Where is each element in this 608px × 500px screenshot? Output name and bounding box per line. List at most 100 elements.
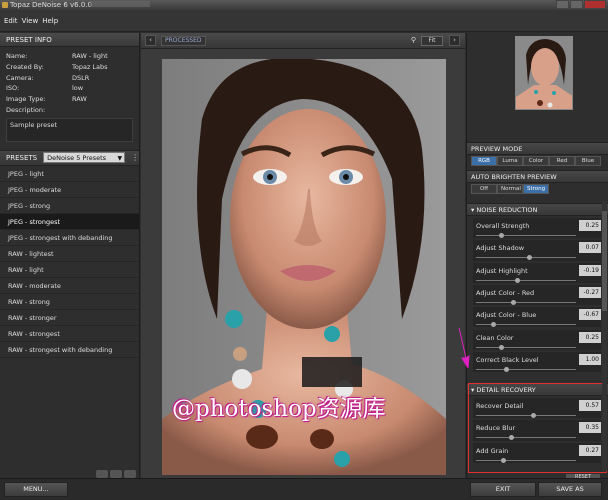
slider-value-field[interactable]: 1.00 [579, 353, 601, 365]
view-mode-label[interactable]: PROCESSED [161, 36, 206, 46]
menu-edit[interactable]: Edit [4, 17, 18, 25]
preview-mode-options: RGB Luma Color Red Blue [471, 156, 601, 166]
bottom-bar: MENU... EXIT SAVE AS [0, 478, 608, 500]
preset-up-button[interactable] [96, 470, 108, 478]
scrollbar-thumb[interactable] [602, 211, 607, 311]
slider-knob[interactable] [498, 233, 504, 238]
slider-adjust-highlight: Adjust Highlight -0.19 [473, 264, 601, 287]
close-button[interactable] [584, 0, 606, 9]
info-key: Name: [6, 52, 28, 60]
save-as-button[interactable]: SAVE AS [538, 482, 602, 497]
info-row: Description: [6, 105, 133, 116]
menu-view[interactable]: View [22, 17, 39, 25]
preset-item[interactable]: JPEG - moderate [0, 182, 139, 198]
slider-track[interactable] [476, 235, 576, 236]
preset-item[interactable]: RAW - lightest [0, 246, 139, 262]
auto-brighten-options: Off Normal Strong [471, 184, 549, 194]
slider-knob[interactable] [514, 277, 520, 283]
preset-more-button[interactable] [124, 470, 136, 478]
slider-track[interactable] [476, 301, 576, 303]
minimize-button[interactable] [556, 0, 569, 9]
left-panel: PRESET INFO Name: RAW - light Created By: T… [0, 33, 140, 478]
app-icon [2, 2, 8, 8]
menu-bar: Edit View Help [0, 10, 608, 32]
document-path-blurred [90, 1, 150, 7]
slider-value-field[interactable]: -0.67 [579, 309, 601, 321]
slider-knob[interactable] [503, 366, 509, 372]
slider-knob[interactable] [510, 299, 516, 305]
slider-track[interactable] [476, 368, 576, 370]
slider-track[interactable] [476, 279, 576, 281]
exit-button[interactable]: EXIT [470, 482, 536, 497]
preview-area: ‹ PROCESSED ⚲ Fit › @photoshop资源库 [141, 33, 465, 478]
slider-track[interactable] [476, 346, 576, 348]
info-value: RAW [72, 95, 87, 104]
preview-mode-header: PREVIEW MODE [467, 142, 608, 155]
preview-mode-option-color[interactable]: Color [523, 156, 549, 166]
navigator-thumbnail[interactable] [515, 36, 573, 110]
slider-adjust-color-red: Adjust Color - Red -0.27 [473, 286, 601, 309]
preset-list: JPEG - light JPEG - moderate JPEG - strong… [0, 166, 139, 358]
preset-item[interactable]: JPEG - strong [0, 198, 139, 214]
preview-mode-option-blue[interactable]: Blue [575, 156, 601, 166]
noise-reduction-header[interactable]: ▾ NOISE REDUCTION [467, 203, 608, 216]
info-row: Name: RAW - light [6, 51, 133, 62]
slider-label: Adjust Shadow [476, 244, 525, 253]
auto-brighten-option-normal[interactable]: Normal [497, 184, 523, 194]
annotation-arrow-icon [458, 328, 470, 368]
slider-knob[interactable] [498, 344, 504, 350]
slider-value-field[interactable]: -0.19 [579, 264, 601, 276]
zoom-icon[interactable]: ⚲ [408, 35, 419, 46]
slider-knob[interactable] [490, 322, 496, 328]
info-key: Created By: [6, 62, 44, 71]
menu-button[interactable]: MENU... [4, 482, 68, 497]
preset-item[interactable]: JPEG - strongest [0, 213, 139, 230]
chevron-down-icon: ▼ [117, 155, 123, 163]
preset-item[interactable]: RAW - light [0, 262, 139, 278]
preview-mode-option-luma[interactable]: Luma [497, 156, 523, 166]
preset-item[interactable]: JPEG - light [0, 166, 139, 182]
fit-button[interactable]: Fit [421, 36, 443, 46]
maximize-button[interactable] [570, 0, 583, 9]
window-controls [556, 0, 606, 10]
preview-mode-option-red[interactable]: Red [549, 156, 575, 166]
slider-label: Adjust Color - Blue [476, 311, 537, 320]
slider-value-field[interactable]: 0.07 [579, 242, 601, 254]
slider-knob[interactable] [526, 255, 532, 261]
slider-adjust-color-blue: Adjust Color - Blue -0.67 [473, 309, 601, 331]
preview-image[interactable]: @photoshop资源库 [162, 59, 446, 475]
prev-arrow-icon[interactable]: ‹ [145, 35, 156, 46]
preset-down-button[interactable] [110, 470, 122, 478]
slider-adjust-shadow: Adjust Shadow 0.07 [473, 242, 601, 264]
next-arrow-icon[interactable]: › [449, 35, 460, 46]
info-key: Camera: [6, 73, 34, 82]
slider-overall-strength: Overall Strength 0.25 [473, 220, 601, 242]
slider-correct-black-level: Correct Black Level 1.00 [473, 353, 601, 376]
slider-value-field[interactable]: 0.25 [579, 220, 601, 231]
preset-item[interactable]: RAW - strongest with debanding [0, 342, 139, 358]
info-key: ISO: [6, 84, 20, 93]
preview-mode-option-rgb[interactable]: RGB [471, 156, 497, 166]
auto-brighten-option-strong[interactable]: Strong [523, 184, 549, 194]
preset-item[interactable]: JPEG - strongest with debanding [0, 230, 139, 246]
preset-description: Sample preset [6, 117, 133, 142]
auto-brighten-option-off[interactable]: Off [471, 184, 497, 194]
menu-help[interactable]: Help [42, 17, 58, 25]
more-options-icon[interactable]: ⋮ [131, 152, 139, 163]
preset-group-value: DeNoise 5 Presets [47, 154, 107, 163]
preview-toolbar: ‹ PROCESSED ⚲ Fit › [141, 33, 465, 49]
thumbnail-photo [516, 37, 572, 109]
presets-label: PRESETS [6, 153, 38, 162]
info-value: DSLR [72, 73, 90, 82]
settings-scrollbar[interactable] [602, 201, 607, 471]
preset-info-header: PRESET INFO [0, 33, 139, 47]
right-panel: PREVIEW MODE RGB Luma Color Red Blue AUTO BR… [466, 33, 608, 478]
preset-item[interactable]: RAW - strong [0, 294, 139, 310]
slider-value-field[interactable]: -0.27 [579, 286, 601, 298]
preset-item[interactable]: RAW - strongest [0, 326, 139, 342]
slider-value-field[interactable]: 0.25 [579, 331, 601, 343]
preset-item[interactable]: RAW - stronger [0, 310, 139, 326]
preset-group-select[interactable]: DeNoise 5 Presets ▼ [43, 152, 126, 164]
preset-item[interactable]: RAW - moderate [0, 278, 139, 294]
info-row: Camera: DSLR [6, 73, 133, 84]
